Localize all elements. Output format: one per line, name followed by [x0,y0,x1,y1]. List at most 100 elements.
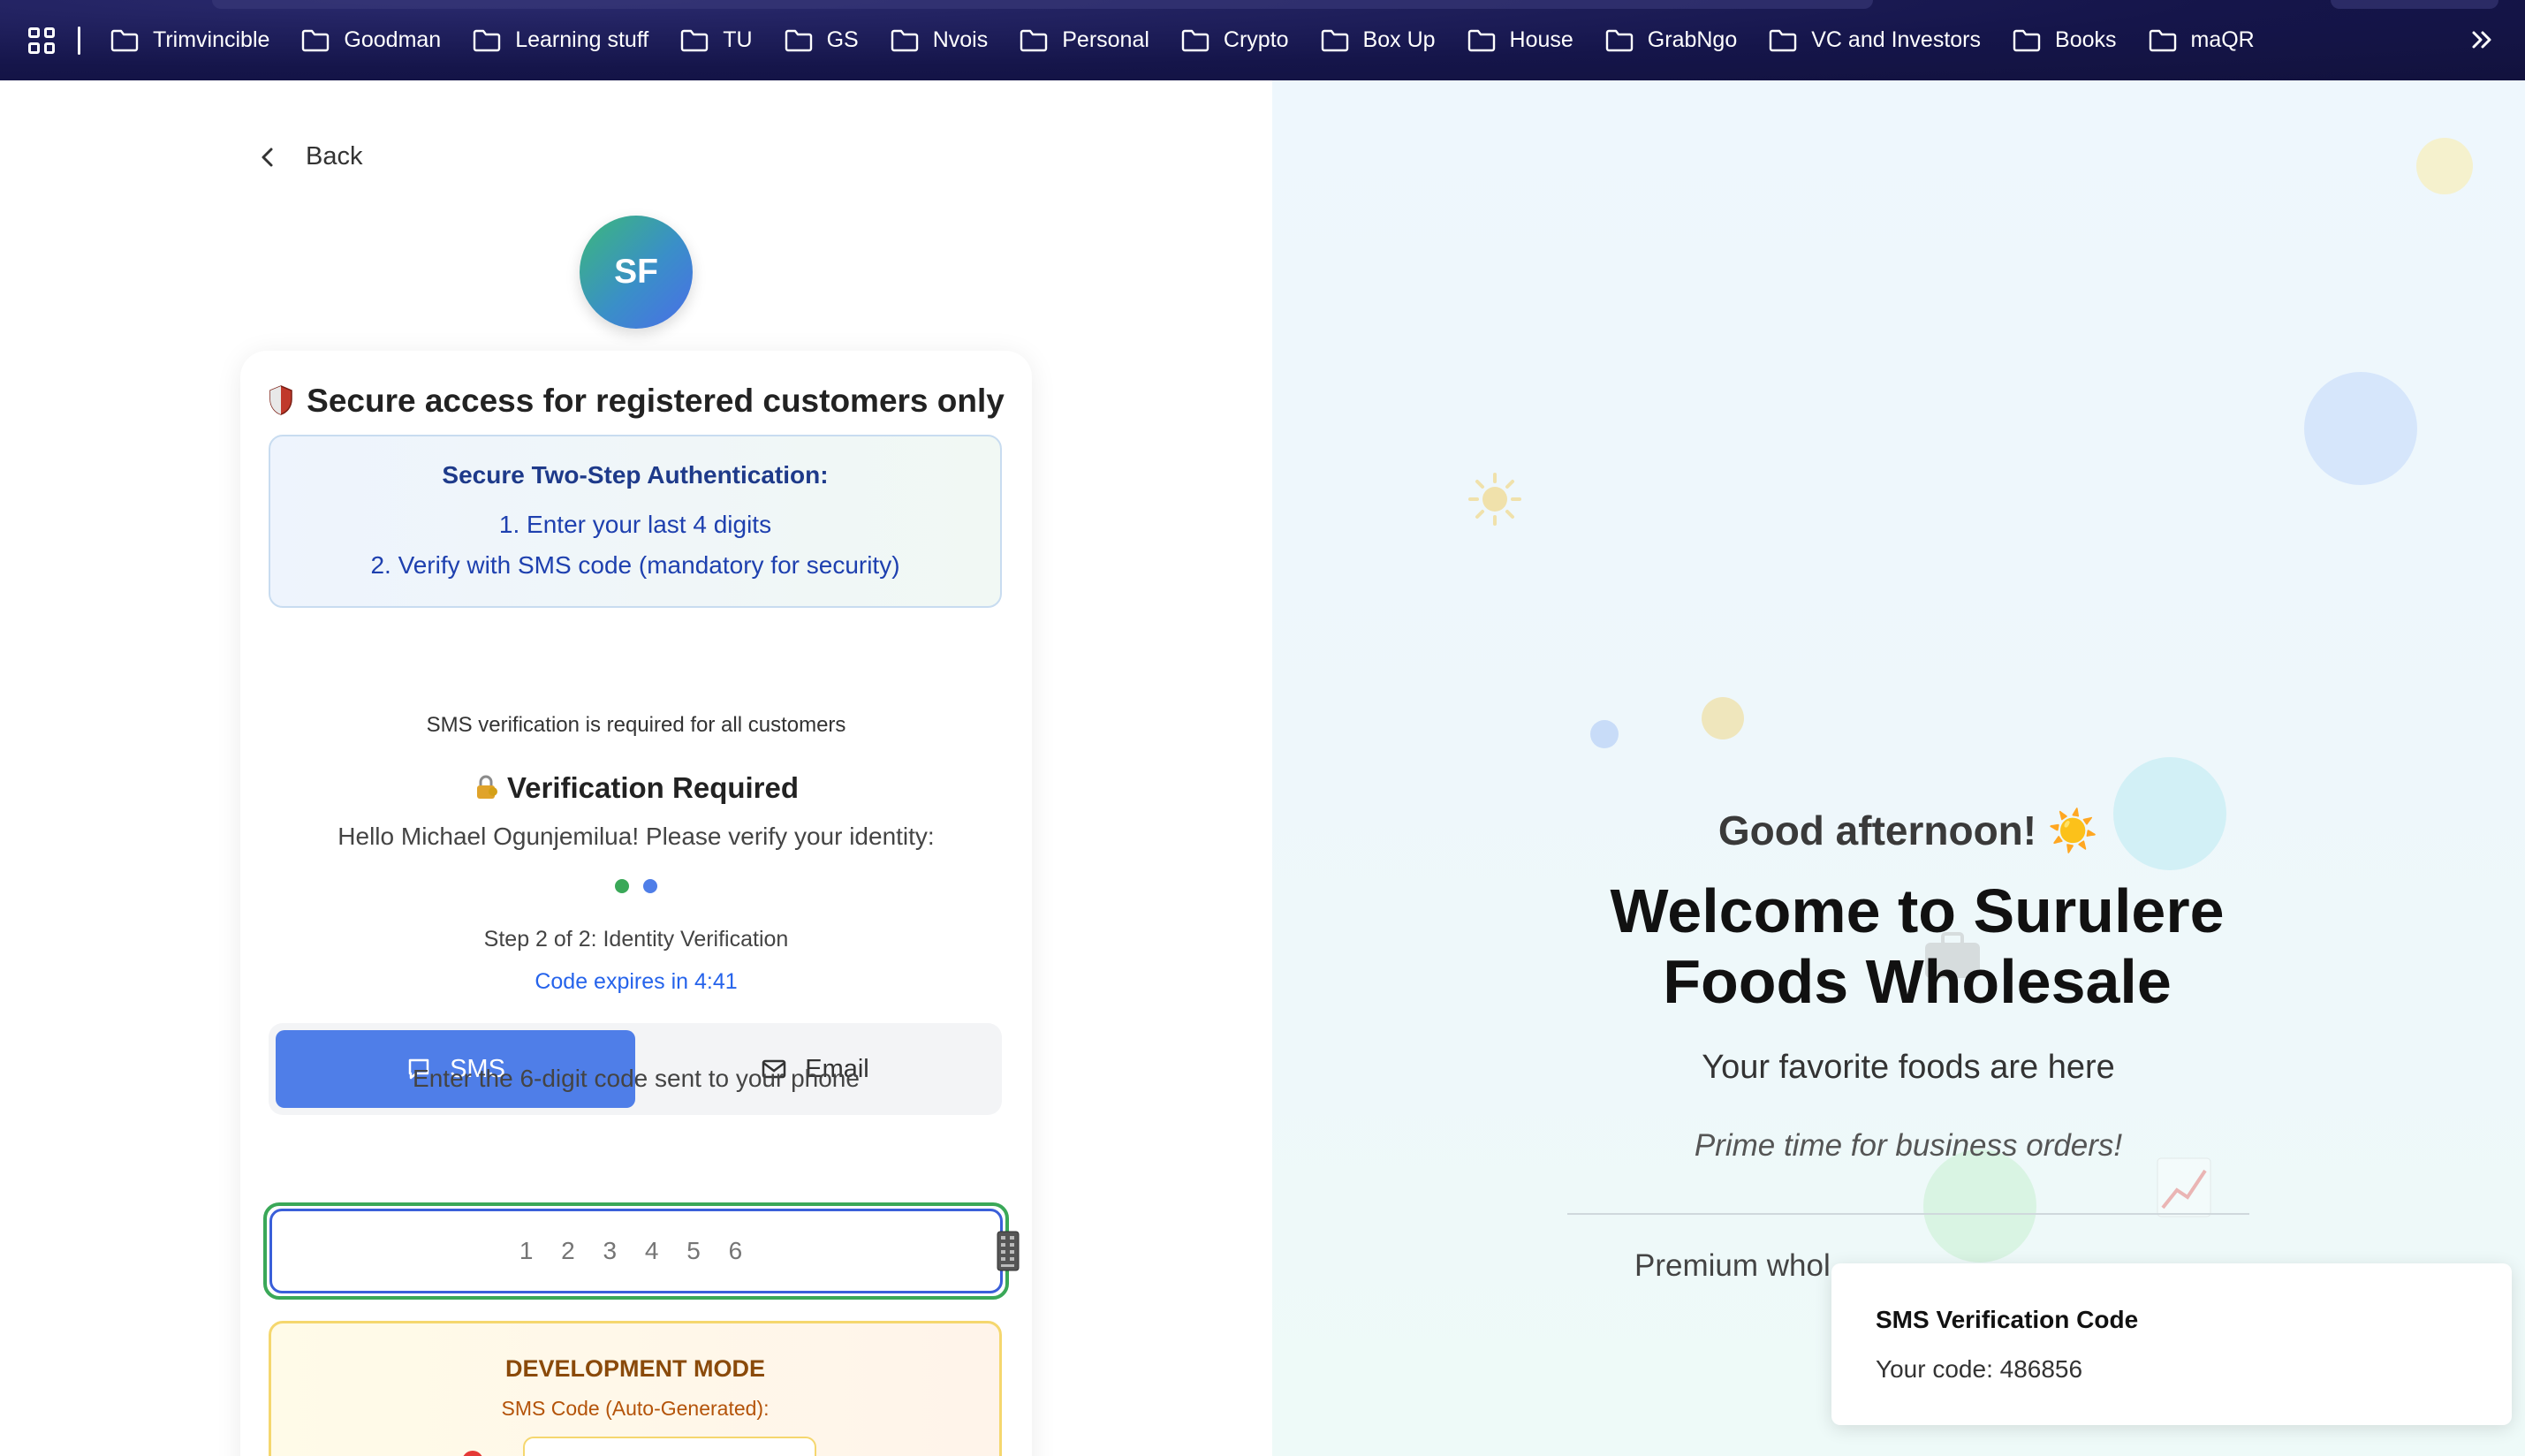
bookmark-label: Books [2055,27,2117,52]
bookmark-folder[interactable]: Trimvincible [110,27,269,53]
premium-text: Premium whol [1634,1248,1831,1283]
bookmark-label: GS [826,27,859,52]
bookmark-folder[interactable]: Nvois [891,27,989,53]
sms-code-input[interactable] [269,1209,1003,1293]
folder-icon [2149,29,2176,51]
sun-face-icon [1702,697,1744,739]
verification-title: Verification Required [240,771,1032,805]
prime-time-text: Prime time for business orders! [1694,1128,2123,1163]
bookmark-label: House [1509,27,1573,52]
chart-up-icon [2157,1157,2211,1217]
toast-title: SMS Verification Code [1876,1306,2139,1333]
step-indicator [240,879,1032,893]
folder-icon [302,29,330,51]
bookmark-folder[interactable]: GrabNgo [1605,27,1737,53]
bookmark-label: GrabNgo [1647,27,1738,52]
welcome-line-2: Foods Wholesale [1663,947,2172,1016]
bookmark-folder[interactable]: VC and Investors [1769,27,1981,53]
bookmark-folder[interactable]: Books [2013,27,2117,53]
avatar: SF [580,216,693,329]
bookmark-folder[interactable]: Crypto [1181,27,1289,53]
bookmark-label: Personal [1062,27,1149,52]
step-text: Step 2 of 2: Identity Verification [483,927,789,952]
welcome-line-1: Welcome to Surulere [1610,876,2225,945]
bookmark-folder[interactable]: Personal [1020,27,1149,53]
divider [1567,1213,2249,1215]
bookmark-folder[interactable]: GS [785,27,859,53]
chevron-double-right-icon[interactable] [2470,29,2495,50]
welcome-heading: Welcome to Surulere Foods Wholesale [1528,876,2306,1017]
bookmark-folder[interactable]: TU [680,27,753,53]
shield-icon [269,385,292,415]
dev-heading: DEVELOPMENT MODE [504,1355,766,1382]
favorite-foods-text: Your favorite foods are here [1702,1049,2115,1086]
bookmark-folder[interactable]: House [1467,27,1573,53]
decor-bubble [2416,138,2473,194]
folder-icon [474,29,501,51]
bookmark-label: maQR [2190,27,2255,52]
code-expiry: Code expires in 4:41 [535,969,738,994]
back-label: Back [306,142,363,171]
greeting-heading: Good afternoon! ☀️ [1717,808,2099,853]
folder-icon [681,29,709,51]
login-panel: Back SF Secure access for registered cus… [0,80,1272,1456]
sun-icon [1468,473,1521,526]
welcome-panel: Good afternoon! ☀️ Welcome to Surulere F… [1272,80,2525,1456]
folder-icon [2013,29,2041,51]
bookmarks-separator [78,26,80,55]
sms-required-note: SMS verification is required for all cus… [426,713,846,737]
verification-title-text: Verification Required [506,771,800,804]
enter-code-instruction: Enter the 6-digit code sent to your phon… [413,1065,860,1092]
siren-icon [463,1451,482,1456]
bookmark-folder[interactable]: Goodman [301,27,441,53]
tab-strip-edge [212,0,1873,9]
auth-heading: Secure Two-Step Authentication: [442,461,829,489]
step-dot-current [643,879,657,893]
back-button[interactable]: Back [256,142,362,171]
folder-icon [110,29,139,51]
folder-icon [891,29,918,51]
bookmark-label: Trimvincible [153,27,270,52]
code-input-wrapper [263,1202,1020,1300]
bookmark-folder[interactable]: Box Up [1321,27,1436,53]
folder-icon [785,29,812,51]
verification-card: Secure access for registered customers o… [240,351,1032,1456]
development-mode-box: DEVELOPMENT MODE SMS Code (Auto-Generate… [269,1321,1002,1456]
bookmark-label: Learning stuff [515,27,649,52]
auth-step-1: 1. Enter your last 4 digits [498,511,772,538]
bookmark-folder[interactable]: Learning stuff [473,27,648,53]
folder-icon [1020,29,1048,51]
dev-sms-code: 968651 [523,1437,816,1456]
step-dot-complete [615,879,629,893]
tab-strip-edge-right [2331,0,2498,9]
auth-info-box: Secure Two-Step Authentication: 1. Enter… [269,435,1002,608]
sms-code-toast[interactable]: SMS Verification Code Your code: 486856 [1831,1263,2512,1425]
chevron-left-icon [262,148,273,166]
keyboard-icon[interactable] [997,1231,1020,1271]
auth-step-2: 2. Verify with SMS code (mandatory for s… [370,551,900,579]
folder-icon [1770,29,1797,51]
lock-icon [476,775,497,799]
folder-icon [1181,29,1209,51]
bookmark-label: Goodman [344,27,442,52]
apps-grid-icon[interactable] [28,27,55,54]
card-title: Secure access for registered customers o… [240,383,1032,420]
bookmark-label: VC and Investors [1811,27,1982,52]
decor-bubble [2304,372,2417,485]
bookmark-label: Box Up [1362,27,1436,52]
bookmark-label: Nvois [932,27,989,52]
folder-icon [1467,29,1495,51]
bookmark-label: Crypto [1223,27,1289,52]
greeting-text: Hello Michael Ogunjemilua! Please verify… [337,823,935,850]
card-title-text: Secure access for registered customers o… [307,383,1005,419]
folder-icon [1321,29,1348,51]
toast-body: Your code: 486856 [1876,1355,2083,1383]
decor-bubble [1590,720,1619,748]
dev-subheading: SMS Code (Auto-Generated): [501,1397,770,1420]
bookmark-folder[interactable]: maQR [2149,27,2255,53]
bookmark-list: Trimvincible Goodman Learning stuff TU GS Nvo… [110,27,2286,53]
bookmark-label: TU [723,27,753,52]
folder-icon [1605,29,1633,51]
decor-bubble [1923,1149,2036,1263]
bookmarks-bar: Trimvincible Goodman Learning stuff TU GS Nvo… [0,0,2525,80]
